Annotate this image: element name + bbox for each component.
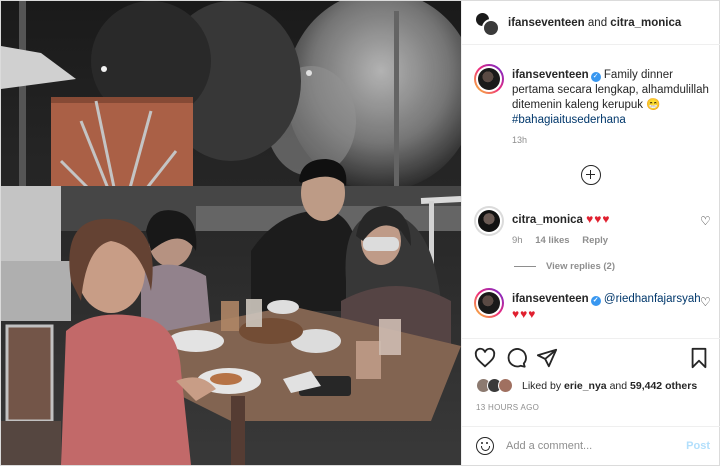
- author-username-2[interactable]: citra_monica: [610, 17, 681, 29]
- post-comment-button[interactable]: Post: [686, 440, 710, 452]
- author-username-1[interactable]: ifanseventeen: [508, 17, 585, 29]
- bookmark-icon[interactable]: [688, 347, 710, 369]
- share-icon[interactable]: [536, 347, 558, 369]
- commenter-avatar[interactable]: [474, 206, 504, 236]
- avatar: [482, 19, 500, 37]
- likes-user[interactable]: erie_nya: [564, 380, 607, 392]
- post-authors: ifanseventeen and citra_monica: [508, 17, 681, 29]
- author-conjunction: and: [587, 17, 608, 29]
- comment-time: 9h: [512, 235, 523, 246]
- likes-prefix: Liked by: [522, 380, 562, 392]
- post-timestamp: 13 HOURS AGO: [476, 403, 540, 412]
- avatar: [478, 210, 500, 232]
- heart-icon[interactable]: ♡: [700, 296, 712, 308]
- comment-mention[interactable]: @riedhanfajarsyah: [604, 293, 701, 305]
- likes-text[interactable]: Liked by erie_nya and 59,442 others: [522, 380, 697, 392]
- caption-hashtag[interactable]: #bahagiaitusederhana: [512, 114, 626, 126]
- comment-likes[interactable]: 14 likes: [535, 235, 569, 246]
- post-photo[interactable]: [1, 1, 461, 465]
- comment-1: citra_monica ♥♥♥: [512, 212, 611, 226]
- avatar: [478, 68, 500, 90]
- avatar: [498, 378, 513, 393]
- story-ring-avatar[interactable]: [474, 64, 504, 94]
- comment-username[interactable]: citra_monica: [512, 214, 583, 226]
- post-details-panel: ifanseventeen and citra_monica ifanseven…: [461, 1, 720, 465]
- avatar: [478, 292, 500, 314]
- emoji-icon[interactable]: [476, 437, 494, 455]
- likes-count[interactable]: 59,442 others: [630, 380, 697, 392]
- comment-meta: 9h 14 likes Reply: [512, 235, 618, 246]
- comment-icon[interactable]: [505, 347, 527, 369]
- reply-button[interactable]: Reply: [582, 235, 608, 246]
- comment-text: ♥♥♥: [586, 212, 611, 226]
- heart-icon[interactable]: [474, 347, 496, 369]
- post-header: ifanseventeen and citra_monica: [462, 1, 720, 45]
- comment-username[interactable]: ifanseventeen: [512, 293, 589, 305]
- verified-icon: ✓: [590, 296, 601, 306]
- view-replies-button[interactable]: View replies (2): [514, 261, 615, 272]
- action-bar: [462, 338, 720, 374]
- add-comment-bar: Post: [462, 426, 720, 465]
- comment-2: ifanseventeen ✓ @riedhanfajarsyah: [512, 293, 701, 306]
- heart-icon[interactable]: ♡: [700, 215, 712, 227]
- comment-input[interactable]: [506, 436, 676, 456]
- plus-circle-icon[interactable]: [581, 165, 601, 185]
- likes-summary: Liked by erie_nya and 59,442 others: [476, 377, 716, 397]
- dinner-photo-illustration: [1, 1, 461, 465]
- caption: ifanseventeen ✓ Family dinner pertama sec…: [512, 68, 710, 128]
- comment-2-body: ♥♥♥: [512, 307, 536, 321]
- verified-icon: ✓: [590, 72, 601, 82]
- comment-text: ♥♥♥: [512, 307, 537, 321]
- story-ring-avatar[interactable]: [474, 288, 504, 318]
- caption-username[interactable]: ifanseventeen: [512, 69, 589, 81]
- collab-avatars[interactable]: [474, 11, 500, 37]
- caption-time: 13h: [512, 135, 528, 145]
- likes-and: and: [609, 380, 628, 392]
